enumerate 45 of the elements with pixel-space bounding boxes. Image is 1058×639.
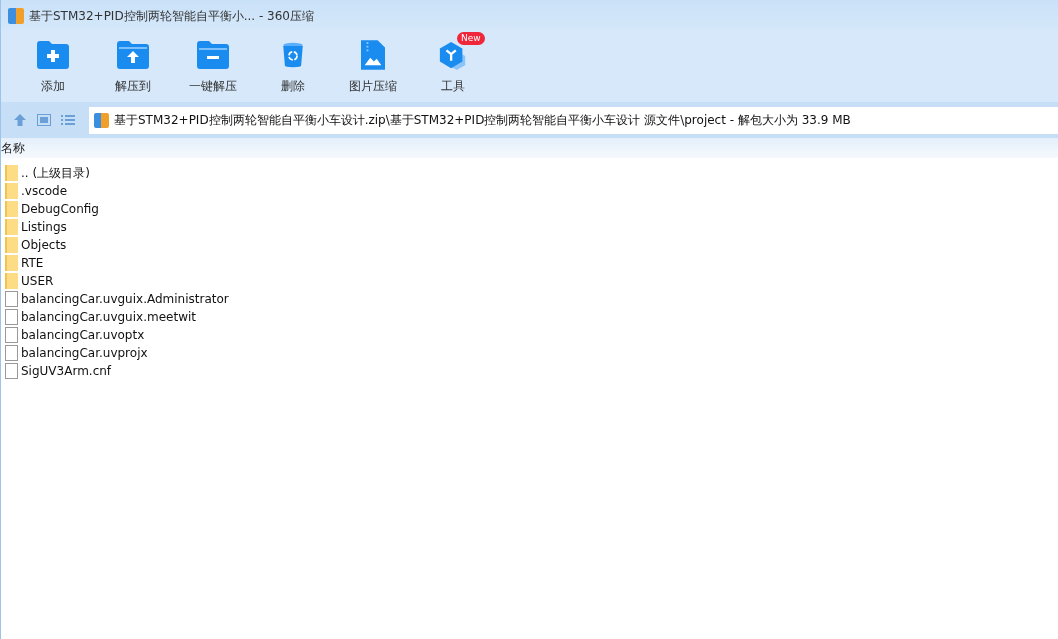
file-icon [5, 291, 18, 307]
file-name[interactable]: Objects [21, 238, 67, 252]
file-icon [5, 327, 18, 343]
folder-icon [5, 255, 18, 271]
hexagon-icon [438, 40, 468, 70]
folder-icon [5, 165, 18, 181]
column-header[interactable]: 名称 [1, 140, 27, 158]
folder-icon [5, 219, 18, 235]
file-name[interactable]: .. (上级目录) [21, 164, 90, 182]
recycle-bin-icon [280, 40, 306, 70]
toolbar-button[interactable]: 添加 [13, 32, 93, 102]
new-badge: New [457, 32, 485, 45]
file-name[interactable]: .vscode [21, 184, 68, 198]
file-name[interactable]: Listings [21, 220, 67, 234]
folder-minus-icon [197, 41, 229, 69]
file-icon [5, 345, 18, 361]
folder-icon [5, 183, 18, 199]
folder-add-icon [37, 41, 69, 69]
file-name[interactable]: balancingCar.uvguix.meetwit [21, 310, 196, 324]
folder-icon [5, 237, 18, 253]
archive-icon [8, 8, 24, 24]
file-name[interactable]: balancingCar.uvoptx [21, 328, 145, 342]
toolbar-button[interactable]: 一键解压 [173, 32, 253, 102]
file-name[interactable]: DebugConfig [21, 202, 99, 216]
folder-upload-icon [117, 41, 149, 69]
image-file-icon [361, 40, 385, 70]
file-name[interactable]: balancingCar.uvguix.Administrator [21, 292, 229, 306]
folder-icon [5, 201, 18, 217]
up-arrow-icon[interactable] [13, 113, 27, 127]
thumbnail-view-icon[interactable] [37, 114, 51, 126]
file-name[interactable]: USER [21, 274, 54, 288]
folder-icon [5, 273, 18, 289]
archive-icon [94, 112, 109, 128]
file-icon [5, 309, 18, 325]
list-view-icon[interactable] [61, 114, 75, 126]
toolbar-button[interactable]: 图片压缩 [333, 32, 413, 102]
toolbar-button[interactable]: 解压到 [93, 32, 173, 102]
file-icon [5, 363, 18, 379]
file-name[interactable]: RTE [21, 256, 44, 270]
file-name[interactable]: balancingCar.uvprojx [21, 346, 148, 360]
toolbar-button[interactable]: 删除 [253, 32, 333, 102]
toolbar-button[interactable]: New 工具 [413, 32, 493, 102]
address-field[interactable]: 基于STM32+PID控制两轮智能自平衡小车设计.zip\基于STM32+PID控制两轮智能自平衡小车设计 源文件\project - 解包大小为 33.9 MB [89, 106, 1058, 134]
window-title: 基于STM32+PID控制两轮智能自平衡小... - 360压缩 [29, 7, 314, 25]
file-name[interactable]: SigUV3Arm.cnf [21, 364, 112, 378]
